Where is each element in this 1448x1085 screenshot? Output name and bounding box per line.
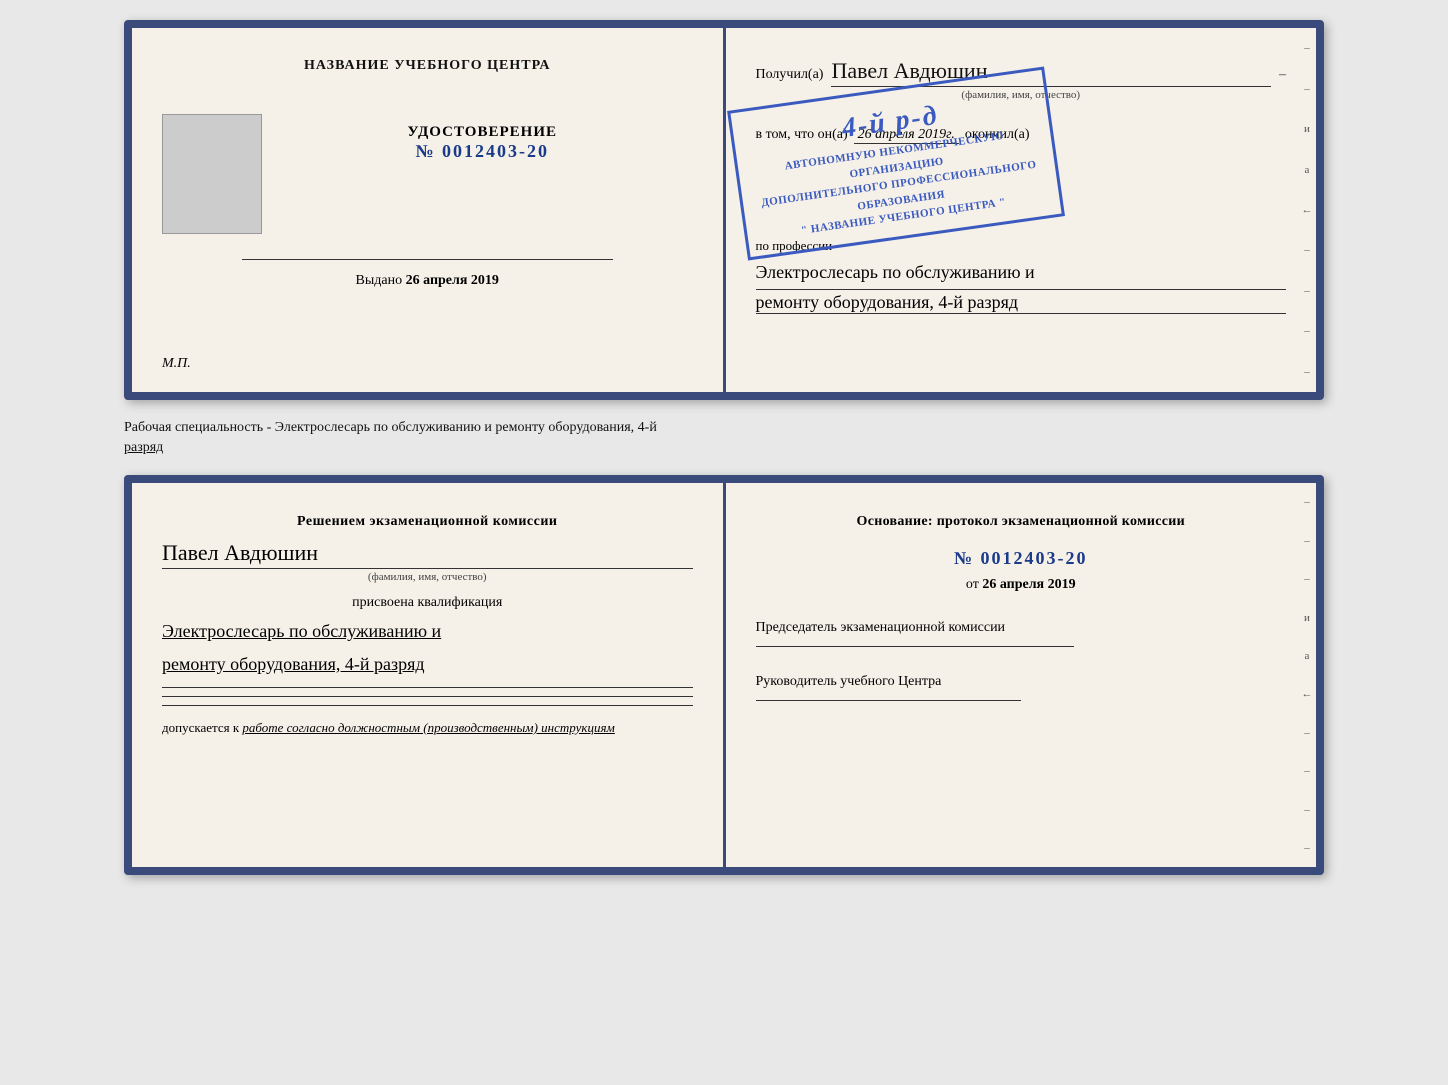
vtom-suffix: окончил(а) bbox=[965, 127, 1030, 143]
dopusk-label: допускается к bbox=[162, 720, 239, 735]
top-left-title: НАЗВАНИЕ УЧЕБНОГО ЦЕНТРА bbox=[304, 58, 550, 74]
stamp-line2: ДОПОЛНИТЕЛЬНОГО ПРОФЕССИОНАЛЬНОГО ОБРАЗО… bbox=[756, 156, 1044, 228]
dopusk-value: работе согласно должностным (производств… bbox=[242, 720, 614, 735]
bottom-right-panel: Основание: протокол экзаменационной коми… bbox=[726, 483, 1317, 867]
bot-side-decorations: – – – и а ← – – – – bbox=[1298, 483, 1316, 867]
profession-value2: ремонту оборудования, 4-й разряд bbox=[756, 292, 1287, 314]
bot-name: Павел Авдюшин bbox=[162, 540, 693, 569]
predsed-sig-line bbox=[756, 646, 1074, 647]
bot-qualification2: ремонту оборудования, 4-й разряд bbox=[162, 650, 693, 679]
vtom-prefix: в том, что он(а) bbox=[756, 127, 848, 143]
dash: – bbox=[1279, 67, 1286, 83]
ruk-label: Руководитель учебного Центра bbox=[756, 671, 1287, 692]
bot-prisvoena: присвоена квалификация bbox=[162, 595, 693, 611]
signature-line bbox=[242, 259, 613, 260]
vtom-date: 26 апреля 2019г. bbox=[854, 127, 959, 144]
bot-fio-label: (фамилия, имя, отчество) bbox=[162, 571, 693, 583]
bot-line2 bbox=[162, 696, 693, 697]
osnov-label: Основание: протокол экзаменационной коми… bbox=[756, 511, 1287, 532]
bot-line1 bbox=[162, 687, 693, 688]
ruk-sig-line bbox=[756, 700, 1021, 701]
vydano-date: 26 апреля 2019 bbox=[406, 273, 499, 288]
udost-section: УДОСТОВЕРЕНИЕ № 0012403-20 bbox=[408, 124, 558, 162]
poluchil-row: Получил(а) Павел Авдюшин – bbox=[756, 58, 1287, 87]
ot-section: от 26 апреля 2019 bbox=[756, 577, 1287, 593]
bottom-left-panel: Решением экзаменационной комиссии Павел … bbox=[132, 483, 726, 867]
recipient-name: Павел Авдюшин bbox=[831, 58, 1271, 87]
ot-label: от bbox=[966, 577, 979, 592]
vtom-section: в том, что он(а) 26 апреля 2019г. окончи… bbox=[756, 127, 1287, 144]
vydano-label: Выдано bbox=[356, 273, 403, 288]
profession-value: Электрослесарь по обслуживанию и bbox=[756, 258, 1287, 290]
vydano-section: Выдано 26 апреля 2019 bbox=[356, 273, 499, 289]
ot-date: 26 апреля 2019 bbox=[982, 577, 1075, 592]
top-document: НАЗВАНИЕ УЧЕБНОГО ЦЕНТРА УДОСТОВЕРЕНИЕ №… bbox=[124, 20, 1324, 400]
poluchil-label: Получил(а) bbox=[756, 67, 824, 83]
top-left-panel: НАЗВАНИЕ УЧЕБНОГО ЦЕНТРА УДОСТОВЕРЕНИЕ №… bbox=[132, 28, 726, 392]
poluchil-section: Получил(а) Павел Авдюшин – (фамилия, имя… bbox=[756, 58, 1287, 101]
udost-label: УДОСТОВЕРЕНИЕ bbox=[408, 124, 558, 141]
mp-label: М.П. bbox=[162, 356, 191, 372]
separator-text: Рабочая специальность - Электрослесарь п… bbox=[124, 418, 1324, 457]
side-decorations: – – и а ← – – – – bbox=[1298, 28, 1316, 392]
separator-line2: разряд bbox=[124, 438, 1324, 458]
top-right-panel: Получил(а) Павел Авдюшин – (фамилия, имя… bbox=[726, 28, 1317, 392]
photo-placeholder bbox=[162, 114, 262, 234]
udost-number: № 0012403-20 bbox=[408, 141, 558, 162]
profession-section: по профессии Электрослесарь по обслужива… bbox=[756, 238, 1287, 314]
profession-label: по профессии bbox=[756, 238, 1287, 254]
bottom-document: Решением экзаменационной комиссии Павел … bbox=[124, 475, 1324, 875]
bot-qualification1: Электрослесарь по обслуживанию и bbox=[162, 617, 693, 646]
separator-line1: Рабочая специальность - Электрослесарь п… bbox=[124, 418, 1324, 438]
fio-label: (фамилия, имя, отчество) bbox=[756, 89, 1287, 101]
stamp-center: " НАЗВАНИЕ УЧЕБНОГО ЦЕНТРА " bbox=[760, 189, 1046, 245]
bot-line3 bbox=[162, 705, 693, 706]
bot-left-title: Решением экзаменационной комиссии bbox=[162, 511, 693, 532]
top-left-content: НАЗВАНИЕ УЧЕБНОГО ЦЕНТРА УДОСТОВЕРЕНИЕ №… bbox=[162, 58, 693, 346]
osnov-number: № 0012403-20 bbox=[756, 548, 1287, 569]
predsed-label: Председатель экзаменационной комиссии bbox=[756, 617, 1287, 638]
bot-dopusk-section: допускается к работе согласно должностны… bbox=[162, 720, 693, 736]
